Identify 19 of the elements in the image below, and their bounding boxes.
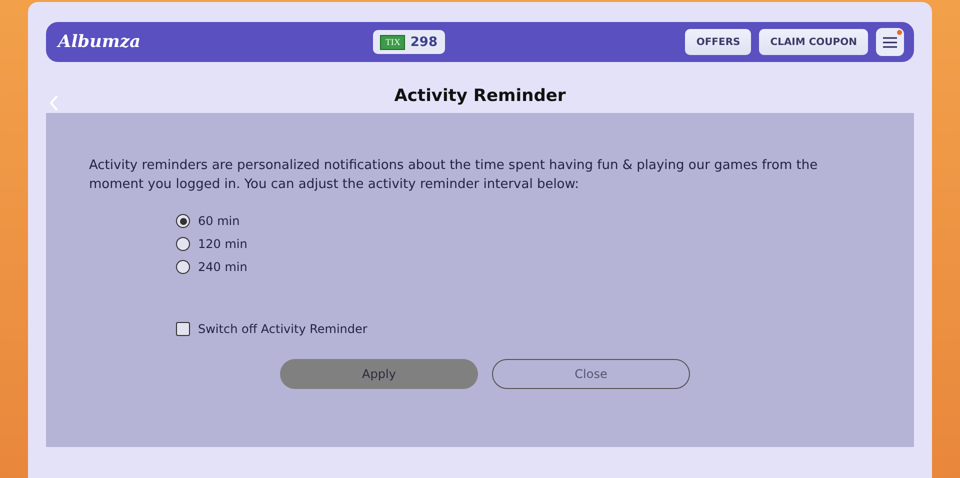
logo[interactable]: Albumza bbox=[58, 32, 141, 52]
header-button[interactable]: OFFERS bbox=[685, 29, 752, 55]
ticket-count: 298 bbox=[410, 34, 438, 50]
menu-button[interactable] bbox=[876, 28, 904, 56]
radio-button[interactable] bbox=[176, 214, 190, 228]
page-title: Activity Reminder bbox=[394, 86, 566, 106]
description: Activity reminders are personalized notifications about the time spent having fun & playing our games from the moment you logged in. You can adjust the activity reminder interval below: bbox=[89, 157, 819, 194]
radio-button[interactable] bbox=[176, 260, 190, 274]
menu-icon bbox=[883, 36, 897, 48]
radio-label[interactable]: 120 min bbox=[198, 237, 248, 251]
radio-label[interactable]: 60 min bbox=[198, 214, 240, 228]
apply-button[interactable]: Apply bbox=[280, 359, 478, 389]
close-button[interactable]: Close bbox=[492, 359, 690, 389]
ticket-icon: TIX bbox=[380, 34, 406, 50]
radio-button[interactable] bbox=[176, 237, 190, 251]
header-button[interactable]: CLAIM COUPON bbox=[759, 29, 868, 55]
checkbox-label[interactable]: Switch off Activity Reminder bbox=[198, 322, 368, 336]
checkbox[interactable] bbox=[176, 322, 190, 336]
radio-label[interactable]: 240 min bbox=[198, 260, 248, 274]
